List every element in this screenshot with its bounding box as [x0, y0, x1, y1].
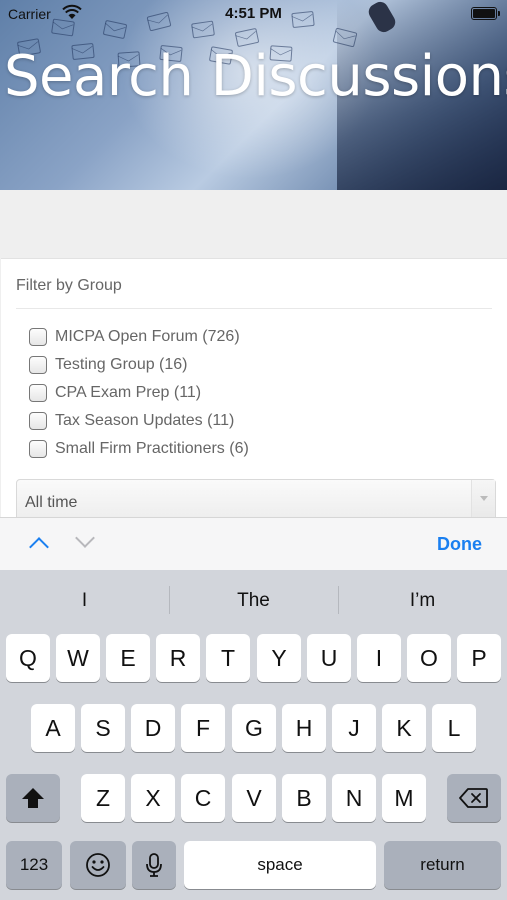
- key[interactable]: A: [31, 704, 75, 752]
- key[interactable]: V: [232, 774, 276, 822]
- header-banner: Search Discussions: [0, 0, 507, 190]
- key[interactable]: C: [181, 774, 225, 822]
- delete-key[interactable]: [447, 774, 501, 822]
- key[interactable]: H: [282, 704, 326, 752]
- key[interactable]: K: [382, 704, 426, 752]
- group-checkbox[interactable]: [29, 412, 47, 430]
- filter-title: Filter by Group: [16, 277, 122, 294]
- key[interactable]: Y: [257, 634, 301, 682]
- emoji-icon: [86, 853, 110, 877]
- space-key[interactable]: space: [184, 841, 376, 889]
- group-label: CPA Exam Prep (11): [55, 384, 202, 401]
- group-list: MICPA Open Forum (726) Testing Group (16…: [29, 323, 249, 463]
- chevron-down-icon[interactable]: [471, 480, 495, 518]
- key[interactable]: P: [457, 634, 501, 682]
- key[interactable]: L: [432, 704, 476, 752]
- group-option[interactable]: MICPA Open Forum (726): [29, 323, 249, 351]
- suggestion-bar: I The I’m: [0, 570, 507, 630]
- group-checkbox[interactable]: [29, 440, 47, 458]
- key[interactable]: R: [156, 634, 200, 682]
- filter-card: Filter by Group MICPA Open Forum (726) T…: [1, 258, 507, 519]
- done-button[interactable]: Done: [437, 534, 482, 555]
- suggestion-item[interactable]: I: [0, 590, 169, 612]
- key[interactable]: D: [131, 704, 175, 752]
- group-checkbox[interactable]: [29, 328, 47, 346]
- group-label: MICPA Open Forum (726): [55, 328, 240, 345]
- divider: [16, 308, 492, 309]
- key[interactable]: I: [357, 634, 401, 682]
- group-label: Testing Group (16): [55, 356, 188, 373]
- group-option[interactable]: CPA Exam Prep (11): [29, 379, 249, 407]
- key[interactable]: N: [332, 774, 376, 822]
- key[interactable]: B: [282, 774, 326, 822]
- key[interactable]: E: [106, 634, 150, 682]
- group-label: Small Firm Practitioners (6): [55, 440, 249, 457]
- key[interactable]: O: [407, 634, 451, 682]
- keyboard-accessory-bar: Done: [0, 517, 507, 570]
- key[interactable]: S: [81, 704, 125, 752]
- group-label: Tax Season Updates (11): [55, 412, 235, 429]
- group-checkbox[interactable]: [29, 384, 47, 402]
- emoji-key[interactable]: [70, 841, 126, 889]
- key[interactable]: G: [232, 704, 276, 752]
- key[interactable]: M: [382, 774, 426, 822]
- chevron-down-icon[interactable]: [75, 528, 95, 548]
- group-checkbox[interactable]: [29, 356, 47, 374]
- microphone-key[interactable]: [132, 841, 176, 889]
- status-bar: Carrier 4:51 PM: [0, 0, 507, 28]
- battery-icon: [471, 7, 500, 20]
- return-key[interactable]: return: [384, 841, 501, 889]
- key[interactable]: T: [206, 634, 250, 682]
- shift-key[interactable]: [6, 774, 60, 822]
- time-range-value: All time: [25, 494, 78, 511]
- page-title: Search Discussions: [4, 44, 507, 109]
- time-range-select[interactable]: All time: [16, 479, 496, 519]
- key[interactable]: U: [307, 634, 351, 682]
- suggestion-item[interactable]: I’m: [338, 590, 507, 612]
- microphone-icon: [146, 853, 162, 877]
- delete-icon: [459, 788, 488, 808]
- suggestion-item[interactable]: The: [169, 590, 338, 612]
- numbers-key[interactable]: 123: [6, 841, 62, 889]
- key[interactable]: Q: [6, 634, 50, 682]
- chevron-up-icon[interactable]: [29, 537, 49, 557]
- group-option[interactable]: Tax Season Updates (11): [29, 407, 249, 435]
- key[interactable]: X: [131, 774, 175, 822]
- key[interactable]: J: [332, 704, 376, 752]
- keyboard: I The I’m Q W E R T Y U I O P A S D F G …: [0, 570, 507, 900]
- group-option[interactable]: Small Firm Practitioners (6): [29, 435, 249, 463]
- clock-time: 4:51 PM: [225, 5, 282, 22]
- key[interactable]: W: [56, 634, 100, 682]
- shift-icon: [22, 788, 44, 808]
- key[interactable]: F: [181, 704, 225, 752]
- group-option[interactable]: Testing Group (16): [29, 351, 249, 379]
- key[interactable]: Z: [81, 774, 125, 822]
